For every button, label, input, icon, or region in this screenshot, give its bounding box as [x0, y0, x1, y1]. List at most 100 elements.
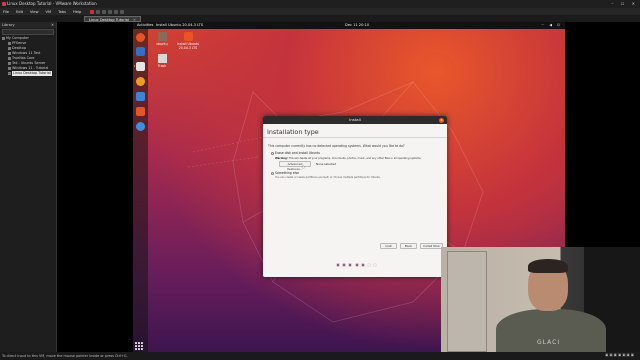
something-else-radio[interactable]	[271, 171, 275, 175]
vm-icon	[8, 47, 11, 50]
tree-item-selected[interactable]: Linux Desktop Tutorial	[2, 71, 56, 76]
warning-text: This will delete all your programs, docu…	[288, 157, 422, 160]
page-title: Installation type	[267, 128, 319, 136]
library-header: Library ✕	[0, 22, 56, 28]
files-icon[interactable]	[136, 62, 145, 71]
snapshot-icon[interactable]	[96, 9, 101, 14]
activities-button[interactable]: Activities	[137, 22, 153, 29]
background-door	[447, 251, 487, 352]
grid-dot	[141, 345, 143, 347]
firefox-icon[interactable]	[136, 33, 145, 42]
menu-help[interactable]: Help	[73, 10, 81, 14]
ubuntu-dock	[133, 29, 148, 352]
grid-dot	[138, 342, 140, 344]
menu-tabs[interactable]: Tabs	[58, 10, 66, 14]
thunderbird-icon[interactable]	[136, 47, 145, 56]
power-icon[interactable]	[90, 9, 95, 14]
tree-label: Linux Desktop Tutorial	[12, 71, 52, 76]
menu-view[interactable]: View	[30, 10, 39, 14]
clock[interactable]: Dec 11 20:10	[345, 22, 369, 29]
shirt-logo-text: GLACI	[537, 339, 561, 346]
install-now-button[interactable]: Install Now	[420, 243, 443, 249]
app-menu[interactable]: Install Ubuntu 20.04.3 LTS	[156, 22, 203, 29]
close-library-icon[interactable]: ✕	[51, 22, 54, 28]
installer-titlebar: Install ×	[263, 116, 447, 124]
desktop-icon-label: ubuntu	[156, 42, 168, 46]
installer-icon	[183, 32, 193, 41]
progress-dot	[342, 263, 347, 267]
library-search-input[interactable]	[2, 29, 54, 35]
window-titlebar: Linux Desktop Tutorial - VMware Workstat…	[0, 0, 640, 8]
unity-icon[interactable]	[120, 9, 125, 14]
computer-icon	[2, 37, 5, 40]
trash-icon	[157, 54, 167, 63]
menu-edit[interactable]: Edit	[16, 10, 23, 14]
grid-dot	[141, 342, 143, 344]
library-title: Library	[2, 23, 15, 27]
vm-icon	[8, 57, 11, 60]
installer-title: Install	[349, 117, 361, 122]
advanced-features-button[interactable]: Advanced features...	[279, 161, 311, 171]
library-panel: Library ✕ My Computer PFSense Desktop Win…	[0, 22, 57, 352]
library-tree: My Computer PFSense Desktop Windows 11 T…	[0, 36, 56, 76]
erase-warning: Warning: This will delete all your progr…	[275, 157, 421, 160]
writer-icon[interactable]	[136, 92, 145, 101]
revert-icon[interactable]	[102, 9, 107, 14]
erase-disk-label[interactable]: Erase disk and install Ubuntu	[275, 151, 320, 155]
progress-dot	[360, 263, 365, 267]
grid-dot	[135, 345, 137, 347]
install-progress-dots	[336, 263, 378, 267]
progress-dot	[373, 263, 378, 267]
vmware-icon	[2, 2, 6, 6]
manager-icon[interactable]	[108, 9, 113, 14]
system-menu-icons[interactable]: ⋯ ◀ ⏻	[541, 22, 563, 29]
vm-icon	[8, 72, 11, 75]
advanced-features-value: None selected	[316, 162, 336, 166]
fullscreen-icon[interactable]	[114, 9, 119, 14]
toolbar	[90, 9, 125, 14]
grid-dot	[138, 345, 140, 347]
close-icon[interactable]: ×	[439, 117, 444, 123]
presenter-hair	[528, 259, 568, 273]
menubar: File Edit View VM Tabs Help	[0, 8, 640, 15]
window-controls[interactable]: – ☐ ✕	[612, 0, 638, 8]
divider	[263, 137, 447, 138]
something-else-note: You can create or resize partitions your…	[275, 176, 381, 179]
status-device-icons[interactable]: ▣ ▣ ▣ ▣ ▣ ▣ ▣	[605, 353, 634, 357]
progress-dot	[354, 263, 359, 267]
tab-row: Linux Desktop Tutorial ✕	[0, 15, 640, 22]
grid-dot	[141, 348, 143, 350]
grid-dot	[135, 342, 137, 344]
window-title: Linux Desktop Tutorial - VMware Workstat…	[7, 1, 97, 6]
menu-vm[interactable]: VM	[46, 10, 52, 14]
desktop-icon-label: Install Ubuntu 20.04.3 LTS	[176, 42, 200, 50]
home-folder-icon	[157, 32, 167, 41]
rhythmbox-icon[interactable]	[136, 77, 145, 86]
help-icon[interactable]	[136, 122, 145, 131]
something-else-label[interactable]: Something else	[275, 171, 299, 175]
install-question: This computer currently has no detected …	[268, 144, 405, 148]
back-button[interactable]: Back	[400, 243, 417, 249]
erase-disk-radio[interactable]	[271, 151, 275, 155]
status-bar: To direct input to this VM, move the mou…	[0, 352, 640, 360]
desktop-icon-label: Trash	[157, 64, 167, 68]
desktop-icon-home[interactable]: ubuntu	[149, 32, 175, 46]
software-icon[interactable]	[136, 107, 145, 116]
vm-icon	[8, 62, 11, 65]
menu-file[interactable]: File	[3, 10, 9, 14]
progress-dot	[348, 263, 353, 267]
show-applications-icon[interactable]	[135, 342, 143, 350]
grid-dot	[135, 348, 137, 350]
vm-icon	[8, 42, 11, 45]
vm-icon	[8, 67, 11, 70]
installer-window: Install × Installation type This compute…	[263, 116, 447, 277]
grid-dot	[138, 348, 140, 350]
progress-dot	[366, 263, 371, 267]
gnome-top-bar: Activities Install Ubuntu 20.04.3 LTS De…	[133, 22, 565, 29]
vm-icon	[8, 52, 11, 55]
running-indicator	[133, 65, 135, 67]
quit-button[interactable]: Quit	[380, 243, 397, 249]
desktop-icon-installer[interactable]: Install Ubuntu 20.04.3 LTS	[175, 32, 201, 50]
progress-dot	[336, 263, 340, 267]
desktop-icon-trash[interactable]: Trash	[149, 54, 175, 68]
